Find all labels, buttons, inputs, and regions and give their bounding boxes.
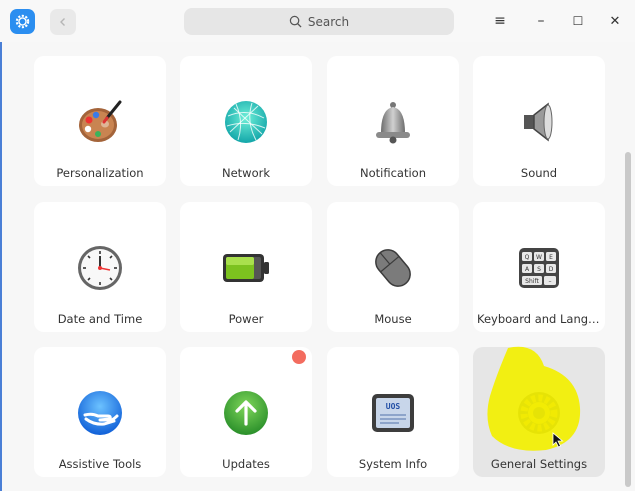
keyboard-icon: QWE ASD Shift –: [513, 242, 565, 294]
network-globe-icon: [220, 96, 272, 148]
palette-icon: [74, 96, 126, 148]
search-icon: [289, 15, 302, 28]
menu-icon: ≡: [494, 13, 506, 29]
svg-text:Shift: Shift: [525, 278, 539, 285]
svg-text:D: D: [549, 266, 554, 273]
card-power[interactable]: Power: [180, 202, 312, 332]
speaker-icon: [513, 96, 565, 148]
card-label: Assistive Tools: [58, 457, 142, 471]
search-placeholder: Search: [307, 14, 350, 29]
card-label: System Info: [358, 457, 428, 471]
update-notification-badge: [292, 350, 306, 364]
svg-text:–: –: [549, 278, 552, 285]
card-mouse[interactable]: Mouse: [327, 202, 459, 332]
close-icon: ✕: [609, 13, 621, 29]
card-assistive-tools[interactable]: Assistive Tools: [34, 347, 166, 477]
card-keyboard-and-language[interactable]: QWE ASD Shift – Keyboard and Langua...: [473, 202, 605, 332]
card-label: Keyboard and Langua...: [477, 312, 601, 326]
card-general-settings[interactable]: General Settings: [473, 347, 605, 477]
card-label: Power: [228, 312, 264, 326]
maximize-icon: ☐: [572, 14, 584, 28]
card-updates[interactable]: Updates: [180, 347, 312, 477]
title-bar: Search ≡ – ☐ ✕: [0, 0, 635, 42]
card-network[interactable]: Network: [180, 56, 312, 186]
svg-text:Q: Q: [525, 254, 530, 261]
card-label: Sound: [520, 166, 558, 180]
card-date-and-time[interactable]: Date and Time: [34, 202, 166, 332]
battery-icon: [220, 242, 272, 294]
maximize-button[interactable]: ☐: [569, 12, 587, 30]
clock-icon: [74, 242, 126, 294]
card-label: Mouse: [374, 312, 412, 326]
card-label: Updates: [222, 457, 270, 471]
system-info-icon: UOS: [367, 387, 419, 439]
card-label: Personalization: [56, 166, 144, 180]
minimize-button[interactable]: –: [532, 12, 550, 30]
card-notification[interactable]: Notification: [327, 56, 459, 186]
bell-icon: [367, 96, 419, 148]
search-input[interactable]: Search: [184, 8, 454, 35]
card-label: Date and Time: [57, 312, 143, 326]
minimize-icon: –: [537, 13, 545, 29]
mouse-cursor-icon: [552, 432, 564, 448]
svg-text:W: W: [536, 254, 542, 261]
scrollbar[interactable]: [625, 152, 631, 487]
settings-app-icon: [10, 9, 35, 34]
menu-button[interactable]: ≡: [491, 12, 509, 30]
svg-text:UOS: UOS: [386, 402, 401, 411]
mouse-icon: [367, 242, 419, 294]
card-system-info[interactable]: UOS System Info: [327, 347, 459, 477]
svg-text:S: S: [537, 266, 541, 273]
back-button[interactable]: [50, 9, 76, 35]
close-button[interactable]: ✕: [606, 12, 624, 30]
assistive-hand-icon: [74, 387, 126, 439]
card-label: General Settings: [490, 457, 588, 471]
card-sound[interactable]: Sound: [473, 56, 605, 186]
svg-text:E: E: [549, 254, 553, 261]
update-arrow-icon: [220, 387, 272, 439]
chevron-left-icon: [60, 18, 65, 26]
card-label: Notification: [360, 166, 426, 180]
card-personalization[interactable]: Personalization: [34, 56, 166, 186]
card-label: Network: [221, 166, 271, 180]
window-edge: [0, 42, 2, 491]
